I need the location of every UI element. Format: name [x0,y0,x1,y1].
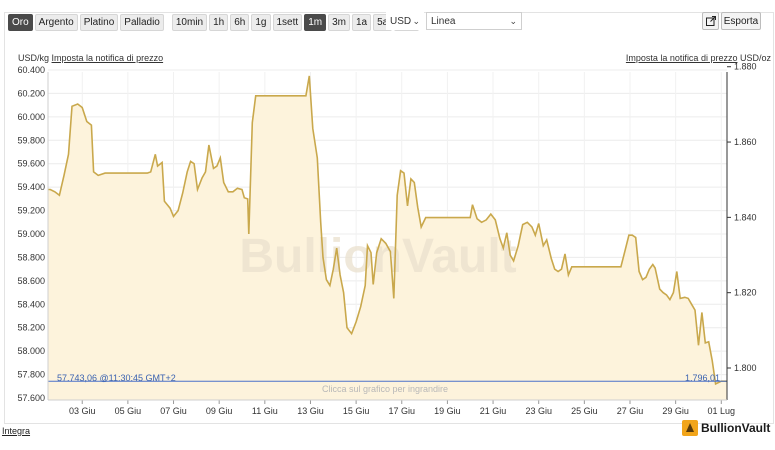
x-tick: 23 Giu [525,406,552,416]
y-tick-left: 60.000 [17,112,45,122]
y-tick-left: 59.600 [17,159,45,169]
x-tick: 29 Giu [662,406,689,416]
y-tick-left: 57.800 [17,370,45,380]
y-axis-right: 1.880 1.860 1.840 1.820 1.800 [727,62,757,373]
x-tick: 21 Giu [480,406,507,416]
y-tick-right: 1.880 [734,62,757,72]
x-tick: 13 Giu [297,406,324,416]
bullion-bar-icon [682,420,698,436]
y-tick-left: 58.200 [17,323,45,333]
x-tick: 11 Giu [252,406,278,416]
x-tick: 07 Giu [160,406,187,416]
x-tick: 19 Giu [434,406,461,416]
x-tick: 01 Lug [708,406,736,416]
y-tick-right: 1.860 [734,137,757,147]
integrate-link[interactable]: Integra [2,426,30,436]
y-tick-left: 57.600 [17,393,45,403]
x-axis: 03 Giu 05 Giu 07 Giu 09 Giu 11 Giu 13 Giu 15 G… [69,400,735,416]
bullionvault-logo: BullionVault [682,420,770,436]
current-price-left: 57.743,06 @11:30:45 GMT+2 [57,373,176,383]
y-tick-left: 58.800 [17,252,45,262]
y-tick-left: 60.400 [17,65,45,75]
watermark: BullionVault [239,230,516,283]
current-price-right: 1.796,01 [685,373,720,383]
y-tick-left: 59.800 [17,135,45,145]
x-tick: 17 Giu [388,406,415,416]
y-tick-right: 1.820 [734,288,757,298]
y-tick-left: 59.000 [17,229,45,239]
logo-text: BullionVault [701,421,771,435]
y-tick-left: 59.200 [17,206,45,216]
y-tick-left: 58.000 [17,346,45,356]
price-chart[interactable]: BullionVault Clicca sul grafico per ingr… [0,0,775,450]
x-tick: 27 Giu [617,406,644,416]
x-tick: 09 Giu [206,406,233,416]
y-tick-left: 58.600 [17,276,45,286]
enlarge-hint: Clicca sul grafico per ingrandire [322,384,448,394]
y-tick-right: 1.800 [734,363,757,373]
y-tick-left: 58.400 [17,299,45,309]
x-tick: 05 Giu [115,406,142,416]
y-tick-left: 59.400 [17,182,45,192]
y-axis-left: 60.400 60.200 60.000 59.800 59.600 59.400 59.2… [17,65,45,403]
x-tick: 03 Giu [69,406,96,416]
x-tick: 15 Giu [343,406,370,416]
x-tick: 25 Giu [571,406,598,416]
y-tick-left: 60.200 [17,88,45,98]
y-tick-right: 1.840 [734,212,757,222]
